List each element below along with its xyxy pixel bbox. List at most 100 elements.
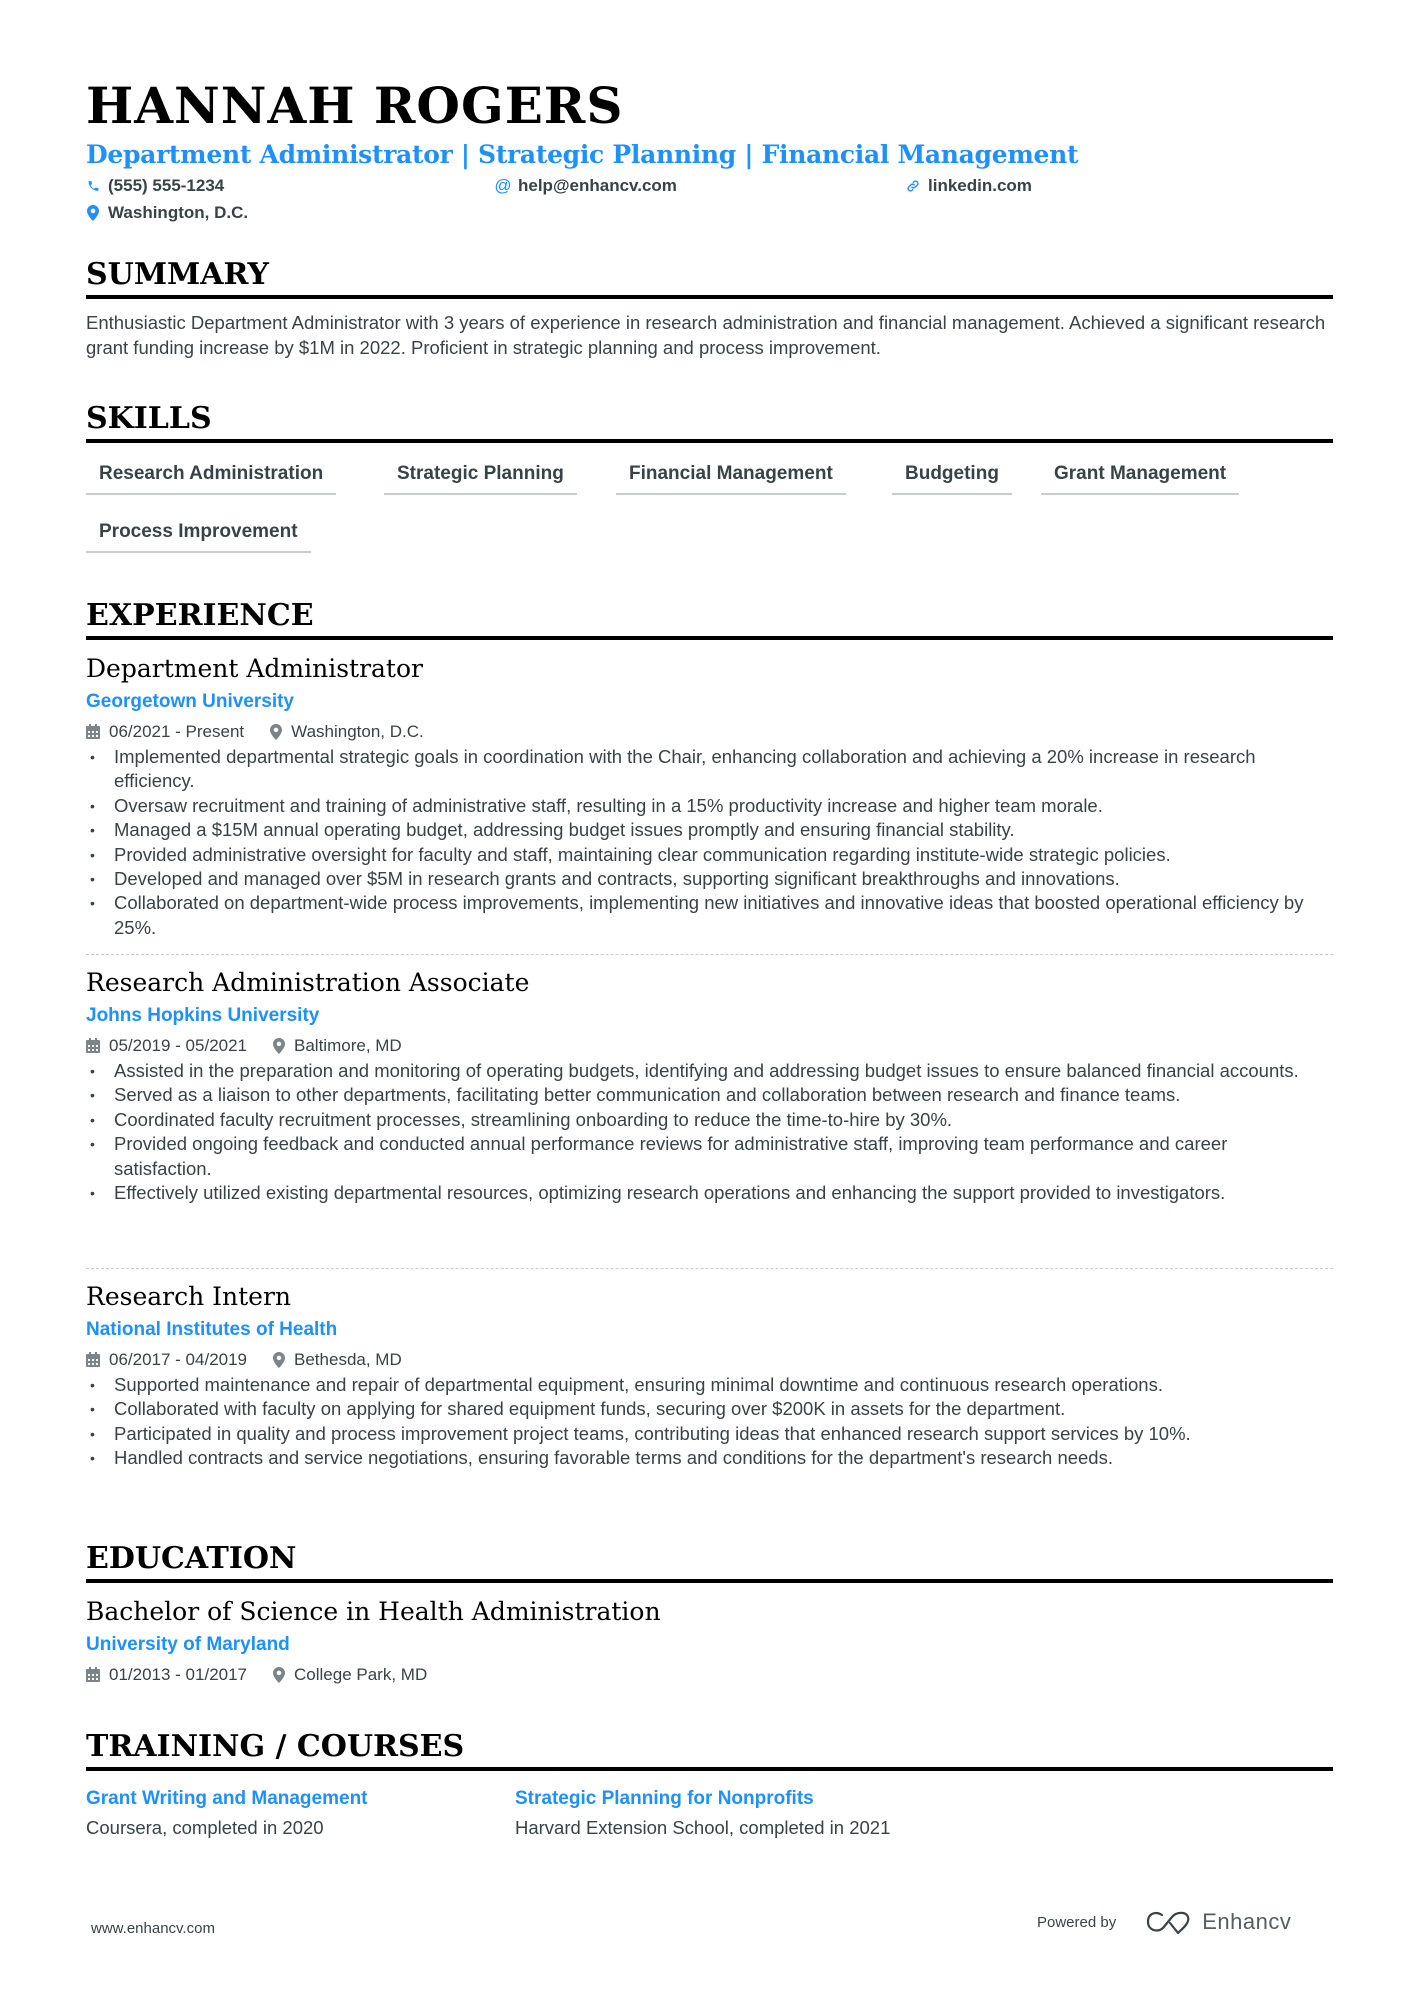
job-dates-text: 05/2019 - 05/2021 bbox=[109, 1035, 248, 1055]
course-entry: Strategic Planning for Nonprofits Harvar… bbox=[515, 1786, 905, 1841]
skill-tag: Budgeting bbox=[892, 459, 1012, 495]
location-text: Washington, D.C. bbox=[108, 203, 249, 222]
job-location-text: Bethesda, MD bbox=[294, 1349, 402, 1369]
job-title: Research Intern bbox=[86, 1282, 292, 1311]
calendar-icon bbox=[86, 724, 100, 739]
bullet-item: Handled contracts and service negotiatio… bbox=[86, 1446, 1333, 1471]
company-name[interactable]: Johns Hopkins University bbox=[86, 1001, 1333, 1032]
contact-location: Washington, D.C. bbox=[86, 202, 248, 224]
entry-divider bbox=[86, 954, 1333, 955]
job-dates-text: 06/2017 - 04/2019 bbox=[109, 1349, 248, 1369]
job-meta: 06/2021 - Present Washington, D.C. bbox=[86, 718, 1333, 745]
course-description: Coursera, completed in 2020 bbox=[86, 1817, 324, 1838]
job-dates-text: 06/2021 - Present bbox=[109, 721, 245, 741]
section-heading-skills: SKILLS bbox=[86, 401, 1333, 443]
enhancv-brand: Enhancv bbox=[1202, 1909, 1292, 1934]
job-location: Washington, D.C. bbox=[270, 719, 424, 745]
calendar-icon bbox=[86, 1667, 100, 1682]
education-dates: 01/2013 - 01/2017 bbox=[86, 1662, 247, 1688]
powered-by-label: Powered by bbox=[1037, 1913, 1117, 1931]
section-heading-education-text: EDUCATION bbox=[86, 1541, 297, 1576]
course-title: Grant Writing and Management bbox=[86, 1788, 368, 1809]
at-icon: @ bbox=[494, 176, 512, 195]
bullet-item: Collaborated with faculty on applying fo… bbox=[86, 1397, 1333, 1422]
map-pin-icon bbox=[273, 1037, 286, 1054]
bullet-item: Supported maintenance and repair of depa… bbox=[86, 1373, 1333, 1398]
job-dates: 06/2021 - Present bbox=[86, 719, 244, 745]
link-icon bbox=[906, 178, 920, 194]
education-location: College Park, MD bbox=[273, 1662, 427, 1688]
email-text: help@enhancv.com bbox=[518, 176, 677, 195]
candidate-name: HANNAH ROGERS bbox=[86, 76, 624, 135]
skill-tag: Grant Management bbox=[1041, 459, 1240, 495]
skill-tag: Research Administration bbox=[86, 459, 337, 495]
link-text: linkedin.com bbox=[928, 176, 1032, 195]
education-dates-text: 01/2013 - 01/2017 bbox=[109, 1664, 248, 1684]
calendar-icon bbox=[86, 1352, 100, 1367]
bullet-item: Coordinated faculty recruitment processe… bbox=[86, 1108, 1333, 1133]
experience-entry: Research Administration Associate Johns … bbox=[86, 966, 1333, 1206]
section-heading-skills-text: SKILLS bbox=[86, 401, 212, 436]
job-location-text: Washington, D.C. bbox=[291, 721, 424, 741]
job-meta: 06/2017 - 04/2019 Bethesda, MD bbox=[86, 1346, 1333, 1373]
job-bullets: Supported maintenance and repair of depa… bbox=[86, 1373, 1333, 1471]
job-title: Research Administration Associate bbox=[86, 968, 530, 997]
education-meta: 01/2013 - 01/2017 College Park, MD bbox=[86, 1661, 1333, 1688]
footer-website[interactable]: www.enhancv.com bbox=[91, 1920, 215, 1937]
company-name[interactable]: Georgetown University bbox=[86, 687, 1333, 718]
experience-entry: Department Administrator Georgetown Univ… bbox=[86, 652, 1333, 940]
job-location: Bethesda, MD bbox=[273, 1347, 402, 1373]
job-location-text: Baltimore, MD bbox=[294, 1035, 402, 1055]
job-bullets: Implemented departmental strategic goals… bbox=[86, 745, 1333, 940]
job-title: Department Administrator bbox=[86, 654, 423, 683]
job-bullets: Assisted in the preparation and monitori… bbox=[86, 1059, 1333, 1206]
enhancv-logo-icon bbox=[1147, 1911, 1190, 1935]
bullet-item: Implemented departmental strategic goals… bbox=[86, 745, 1333, 794]
bullet-item: Provided ongoing feedback and conducted … bbox=[86, 1132, 1333, 1181]
course-title: Strategic Planning for Nonprofits bbox=[515, 1788, 814, 1809]
bullet-item: Participated in quality and process impr… bbox=[86, 1422, 1333, 1447]
bullet-item: Assisted in the preparation and monitori… bbox=[86, 1059, 1333, 1084]
map-pin-icon bbox=[273, 1351, 286, 1368]
school-name[interactable]: University of Maryland bbox=[86, 1630, 1333, 1661]
skill-tag: Process Improvement bbox=[86, 517, 311, 553]
section-heading-training: TRAINING / COURSES bbox=[86, 1729, 1333, 1771]
job-dates: 05/2019 - 05/2021 bbox=[86, 1033, 247, 1059]
bullet-item: Served as a liaison to other departments… bbox=[86, 1083, 1333, 1108]
contact-email[interactable]: @ help@enhancv.com bbox=[494, 175, 677, 197]
map-pin-icon bbox=[270, 723, 283, 740]
phone-text: (555) 555-1234 bbox=[108, 176, 225, 195]
bullet-item: Developed and managed over $5M in resear… bbox=[86, 867, 1333, 892]
skill-tag: Strategic Planning bbox=[384, 459, 577, 495]
course-description: Harvard Extension School, completed in 2… bbox=[515, 1817, 891, 1838]
bullet-item: Oversaw recruitment and training of admi… bbox=[86, 794, 1333, 819]
section-heading-training-text: TRAINING / COURSES bbox=[86, 1729, 465, 1764]
section-heading-summary-text: SUMMARY bbox=[86, 257, 269, 292]
company-name[interactable]: National Institutes of Health bbox=[86, 1315, 1333, 1346]
section-heading-experience-text: EXPERIENCE bbox=[86, 598, 314, 633]
calendar-icon bbox=[86, 1038, 100, 1053]
education-entry: Bachelor of Science in Health Administra… bbox=[86, 1595, 1333, 1688]
contact-phone[interactable]: (555) 555-1234 bbox=[86, 175, 224, 197]
job-meta: 05/2019 - 05/2021 Baltimore, MD bbox=[86, 1032, 1333, 1059]
phone-icon bbox=[86, 178, 100, 194]
job-dates: 06/2017 - 04/2019 bbox=[86, 1347, 247, 1373]
map-pin-icon bbox=[273, 1666, 286, 1683]
bullet-item: Effectively utilized existing department… bbox=[86, 1181, 1333, 1206]
bullet-item: Managed a $15M annual operating budget, … bbox=[86, 818, 1333, 843]
section-heading-experience: EXPERIENCE bbox=[86, 598, 1333, 640]
bullet-item: Provided administrative oversight for fa… bbox=[86, 843, 1333, 868]
entry-divider bbox=[86, 1268, 1333, 1269]
section-heading-education: EDUCATION bbox=[86, 1541, 1333, 1583]
experience-entry: Research Intern National Institutes of H… bbox=[86, 1280, 1333, 1471]
candidate-headline: Department Administrator | Strategic Pla… bbox=[86, 140, 1079, 169]
education-location-text: College Park, MD bbox=[294, 1664, 428, 1684]
job-location: Baltimore, MD bbox=[273, 1033, 402, 1059]
summary-text: Enthusiastic Department Administrator wi… bbox=[86, 312, 1326, 358]
map-pin-icon bbox=[86, 205, 100, 221]
section-heading-summary: SUMMARY bbox=[86, 257, 1333, 299]
degree-title: Bachelor of Science in Health Administra… bbox=[86, 1597, 661, 1626]
contact-link[interactable]: linkedin.com bbox=[906, 175, 1032, 197]
footer-powered-by[interactable]: Powered by Enhancv bbox=[1037, 1909, 1291, 1935]
skill-tag: Financial Management bbox=[616, 459, 846, 495]
